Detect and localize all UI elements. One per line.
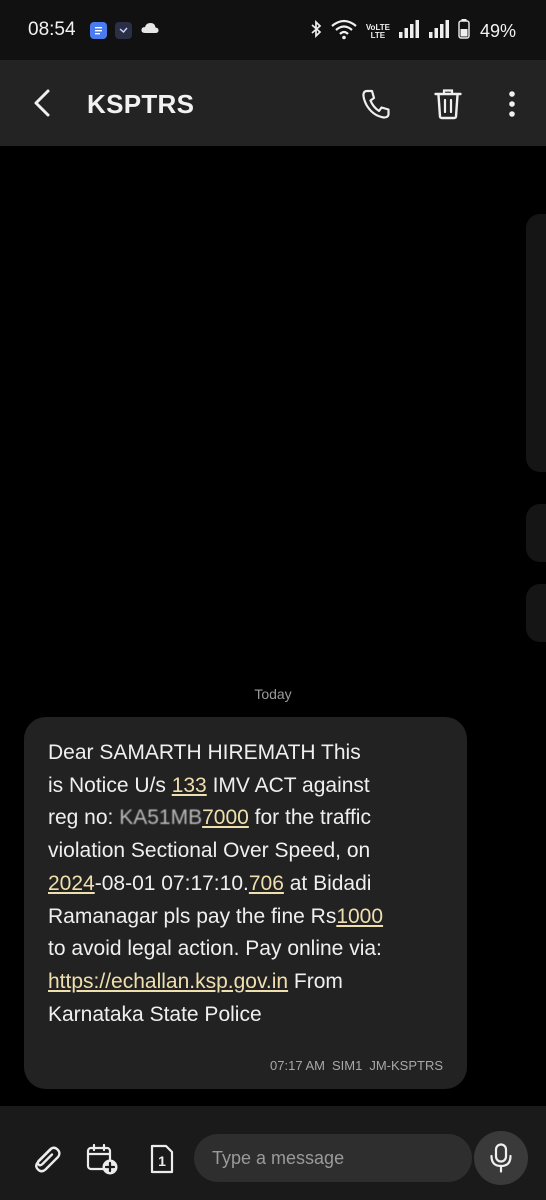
message-line: Karnataka State Police — [48, 1002, 262, 1026]
composer-bar: 1 — [0, 1106, 546, 1200]
phone-number-link[interactable]: 133 — [172, 774, 207, 797]
voice-input-button[interactable] — [474, 1131, 528, 1185]
number-link[interactable]: 1000 — [336, 905, 383, 928]
system-icons: VoLTE LTE 49% — [310, 18, 516, 45]
status-bar: 08:54 VoLTE LTE 49% — [0, 0, 546, 60]
cloud-icon — [140, 21, 160, 40]
date-separator: Today — [254, 686, 292, 702]
delete-button[interactable] — [428, 84, 468, 124]
conversation-area[interactable]: Today Dear SAMARTH HIREMATH This is Noti… — [0, 146, 546, 1106]
message-line: https://echallan.ksp.gov.in From — [48, 969, 343, 993]
more-options-button[interactable] — [496, 84, 528, 124]
message-bubble[interactable]: Dear SAMARTH HIREMATH This is Notice U/s… — [24, 717, 467, 1089]
back-button[interactable] — [24, 85, 60, 121]
message-text: Dear SAMARTH HIREMATH This is Notice U/s… — [48, 737, 452, 1031]
sim-number: 1 — [158, 1153, 166, 1169]
calendar-add-icon — [86, 1143, 118, 1175]
microphone-icon — [490, 1143, 512, 1173]
number-link[interactable]: 706 — [249, 872, 284, 895]
sim-select-button[interactable]: 1 — [142, 1139, 182, 1179]
message-sim: SIM1 — [331, 1058, 363, 1073]
volte-icon: VoLTE LTE — [365, 22, 390, 40]
trash-icon — [434, 89, 462, 120]
message-line: Dear SAMARTH HIREMATH This — [48, 741, 361, 764]
paperclip-icon — [35, 1146, 61, 1173]
notification-icons — [90, 21, 160, 40]
message-line: violation Sectional Over Speed, on — [48, 839, 371, 863]
message-line: to avoid legal action. Pay online via: — [48, 937, 382, 961]
message-sender: JM-KSPTRS — [369, 1058, 443, 1073]
bluetooth-icon — [310, 19, 322, 44]
message-line: 2024-08-01 07:17:10.706 at Bidadi — [48, 871, 372, 895]
edge-panel-handle[interactable] — [526, 214, 546, 472]
back-icon — [34, 89, 50, 117]
schedule-button[interactable] — [82, 1139, 122, 1179]
message-line: reg no: KA51MB7000 for the traffic — [48, 806, 371, 830]
message-line: Ramanagar pls pay the fine Rs1000 — [48, 904, 384, 928]
app-icon — [115, 22, 132, 39]
url-link[interactable]: https://echallan.ksp.gov.in — [48, 970, 288, 993]
battery-percent: 49% — [479, 21, 516, 41]
message-input[interactable] — [194, 1134, 472, 1182]
number-link[interactable]: 7000 — [202, 806, 249, 829]
message-meta: 07:17 AM SIM1 JM-KSPTRS — [263, 1058, 443, 1073]
more-icon — [509, 91, 515, 117]
attach-button[interactable] — [26, 1139, 66, 1179]
app-bar: KSPTRS — [0, 60, 546, 146]
message-line: is Notice U/s 133 IMV ACT against — [48, 773, 370, 797]
message-time: 07:17 AM — [270, 1058, 325, 1073]
edge-panel-handle[interactable] — [526, 504, 546, 562]
sim-card-icon: 1 — [150, 1144, 174, 1174]
docs-icon — [90, 22, 107, 39]
status-time: 08:54 — [28, 19, 76, 40]
conversation-title: KSPTRS — [87, 89, 195, 119]
wifi-icon — [330, 18, 358, 45]
edge-panel-handle[interactable] — [526, 584, 546, 642]
call-button[interactable] — [356, 84, 396, 124]
phone-icon — [362, 89, 390, 119]
signal-icon — [428, 20, 450, 43]
battery-icon — [458, 19, 470, 44]
signal-icon — [398, 20, 420, 43]
redacted-registration: KA51MB — [119, 806, 203, 830]
number-link[interactable]: 2024 — [48, 872, 95, 895]
